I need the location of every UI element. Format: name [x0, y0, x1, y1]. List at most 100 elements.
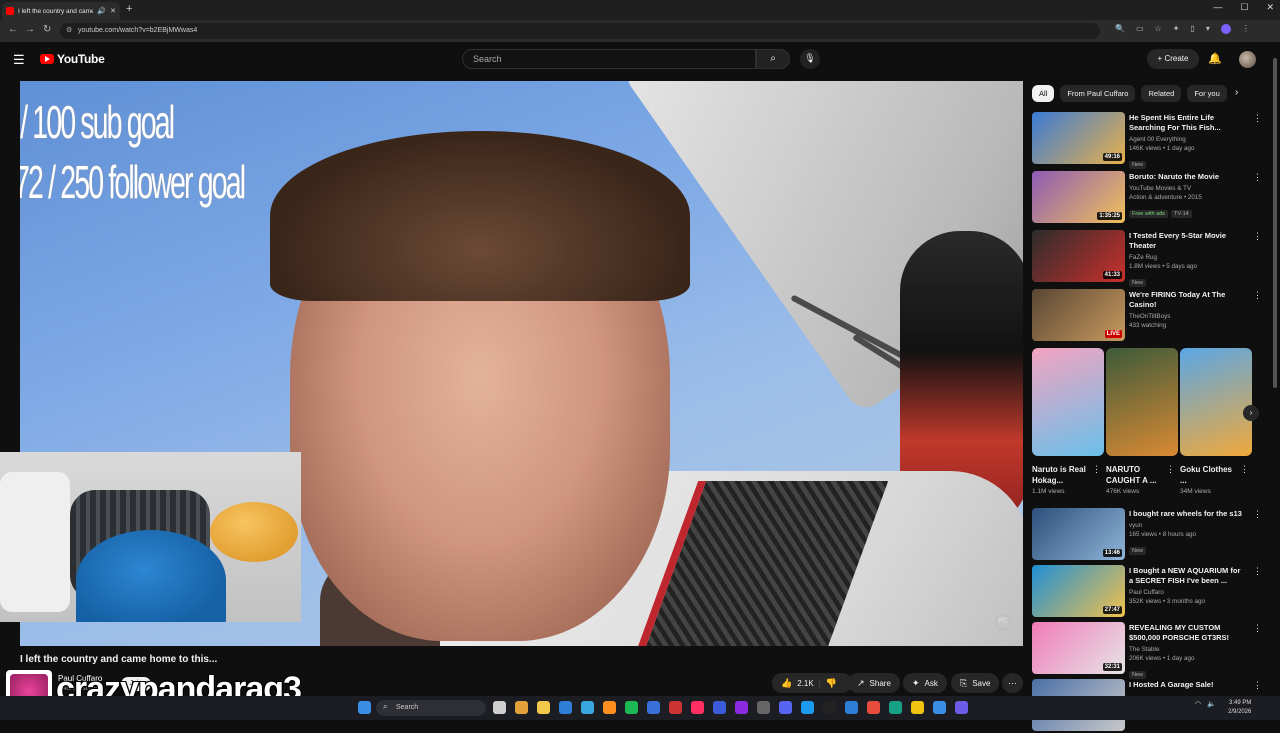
recommendation-thumbnail[interactable]: 27:47 [1032, 565, 1125, 617]
create-button[interactable]: + Create [1147, 49, 1199, 69]
more-options-icon[interactable]: ⋮ [1240, 464, 1249, 475]
recommendation-thumbnail[interactable]: 1:35:25 [1032, 171, 1125, 223]
recommendation-thumbnail[interactable]: 49:16 [1032, 112, 1125, 164]
site-info-icon[interactable]: ⚙ [66, 26, 72, 34]
more-options-icon[interactable]: ⋮ [1253, 566, 1262, 577]
hamburger-menu-icon[interactable]: ☰ [13, 52, 25, 68]
taskbar-app-icon[interactable] [603, 701, 616, 714]
recommendation-thumbnail[interactable]: 41:33 [1032, 230, 1125, 282]
short-thumbnail[interactable] [1106, 348, 1178, 456]
more-options-icon[interactable]: ⋮ [1253, 680, 1262, 691]
save-button[interactable]: ⎘ Save [951, 673, 1000, 693]
taskbar-app-icon[interactable] [625, 701, 638, 714]
chip-all[interactable]: All [1032, 85, 1055, 102]
taskbar-app-icon[interactable] [669, 701, 682, 714]
search-button[interactable]: ⌕ [756, 49, 790, 69]
taskbar-app-icon[interactable] [493, 701, 506, 714]
more-options-icon[interactable]: ⋮ [1253, 623, 1262, 634]
taskbar-app-icon[interactable] [779, 701, 792, 714]
recommendation-channel[interactable]: FaZe Rug [1129, 253, 1244, 262]
short-title[interactable]: Goku Clothes ... [1180, 464, 1238, 486]
ask-button[interactable]: ✦ Ask [903, 673, 947, 693]
notifications-bell-icon[interactable]: 🔔 [1208, 52, 1222, 65]
voice-search-button[interactable]: 🎙 [800, 49, 820, 69]
taskbar-app-icon[interactable] [647, 701, 660, 714]
page-scrollbar[interactable] [1273, 48, 1278, 688]
recommendation-title[interactable]: I Tested Every 5-Star Movie Theater [1129, 231, 1244, 251]
recommendation-item[interactable]: 1:35:25 Boruto: Naruto the Movie YouTube M… [1032, 171, 1262, 225]
url-field[interactable]: ⚙ youtube.com/watch?v=b2EBjMWwas4 [60, 23, 1100, 39]
taskbar-app-icon[interactable] [845, 701, 858, 714]
short-item[interactable]: NARUTO CAUGHT A ... 476K views ⋮ [1106, 348, 1178, 495]
more-options-icon[interactable]: ⋮ [1253, 113, 1262, 124]
recommendation-title[interactable]: I bought rare wheels for the s13 [1129, 509, 1244, 519]
recommendation-thumbnail[interactable]: 13:46 [1032, 508, 1125, 560]
more-options-icon[interactable]: ⋮ [1253, 172, 1262, 183]
taskbar-app-icon[interactable] [713, 701, 726, 714]
forward-icon[interactable]: → [25, 24, 35, 35]
recommendation-item[interactable]: 27:47 I Bought a NEW AQUARIUM for a SECRE… [1032, 565, 1262, 619]
more-actions-button[interactable]: ⋯ [1002, 673, 1023, 693]
short-title[interactable]: Naruto is Real Hokag... [1032, 464, 1090, 486]
recommendation-title[interactable]: He Spent His Entire Life Searching For T… [1129, 113, 1244, 133]
more-options-icon[interactable]: ⋮ [1253, 290, 1262, 301]
browser-tab[interactable]: I left the country and came home to this… [2, 2, 120, 20]
close-tab-icon[interactable]: ✕ [110, 7, 116, 15]
short-thumbnail[interactable] [1180, 348, 1252, 456]
chip-for-you[interactable]: For you [1187, 85, 1227, 102]
zoom-icon[interactable]: 🔍 [1115, 24, 1125, 34]
new-tab-icon[interactable]: + [126, 3, 132, 15]
short-item[interactable]: Naruto is Real Hokag... 1.1M views ⋮ [1032, 348, 1104, 495]
taskbar-app-icon[interactable] [823, 701, 836, 714]
reload-icon[interactable]: ↻ [43, 24, 51, 35]
recommendation-item[interactable]: 13:46 I bought rare wheels for the s13 vyu… [1032, 508, 1262, 562]
shorts-next-chevron-icon[interactable]: › [1243, 405, 1259, 421]
tab-search-icon[interactable]: ▾ [1206, 24, 1210, 34]
taskbar-app-icon[interactable] [515, 701, 528, 714]
scrollbar-thumb[interactable] [1273, 58, 1277, 388]
taskbar-clock[interactable]: 3:49 PM 2/9/2026 [1228, 699, 1251, 717]
recommendation-channel[interactable]: Agent 00 Everything [1129, 135, 1244, 144]
thumbs-down-icon[interactable]: 👎 [826, 678, 837, 689]
minimize-icon[interactable]: — [1213, 2, 1222, 13]
taskbar-app-icon[interactable] [559, 701, 572, 714]
thumbs-up-icon[interactable]: 👍 [781, 678, 792, 689]
more-options-icon[interactable]: ⋮ [1253, 509, 1262, 520]
windows-start-icon[interactable] [358, 701, 371, 714]
recommendation-channel[interactable]: TheOnTiltBoys [1129, 312, 1244, 321]
recommendation-channel[interactable]: vyun [1129, 521, 1244, 530]
channel-watermark-icon[interactable]: PC [995, 614, 1011, 630]
profile-avatar-icon[interactable] [1220, 24, 1231, 34]
wifi-icon[interactable]: ◠ [1195, 700, 1201, 708]
recommendation-thumbnail[interactable]: 32:31 [1032, 622, 1125, 674]
recommendation-item[interactable]: 41:33 I Tested Every 5-Star Movie Theater… [1032, 230, 1262, 287]
taskbar-app-icon[interactable] [691, 701, 704, 714]
more-options-icon[interactable]: ⋮ [1092, 464, 1101, 475]
browser-menu-icon[interactable]: ⋮ [1242, 24, 1250, 34]
more-options-icon[interactable]: ⋮ [1253, 231, 1262, 242]
recommendation-channel[interactable]: The Stable [1129, 645, 1244, 654]
recommendation-title[interactable]: I Bought a NEW AQUARIUM for a SECRET FIS… [1129, 566, 1244, 586]
more-options-icon[interactable]: ⋮ [1166, 464, 1175, 475]
taskbar-app-icon[interactable] [801, 701, 814, 714]
taskbar-app-icon[interactable] [911, 701, 924, 714]
taskbar-app-icon[interactable] [933, 701, 946, 714]
bookmark-star-icon[interactable]: ☆ [1155, 24, 1162, 34]
youtube-logo[interactable]: YouTube [40, 52, 105, 66]
recommendation-title[interactable]: Boruto: Naruto the Movie [1129, 172, 1244, 182]
back-icon[interactable]: ← [8, 24, 18, 35]
short-title[interactable]: NARUTO CAUGHT A ... [1106, 464, 1164, 486]
short-item[interactable]: Goku Clothes ... 34M views ⋮ [1180, 348, 1252, 495]
recommendation-item[interactable]: LIVE We're FIRING Today At The Casino! The… [1032, 289, 1262, 343]
share-button[interactable]: ↗ Share [848, 673, 900, 693]
chips-next-chevron-icon[interactable]: › [1235, 87, 1238, 98]
extensions-icon[interactable]: ✦ [1173, 24, 1180, 34]
sidebar-icon[interactable]: ▯ [1190, 24, 1194, 34]
taskbar-app-icon[interactable] [955, 701, 968, 714]
chip-from-channel[interactable]: From Paul Cuffaro [1060, 85, 1136, 102]
taskbar-app-icon[interactable] [757, 701, 770, 714]
taskbar-app-icon[interactable] [867, 701, 880, 714]
taskbar-app-icon[interactable] [537, 701, 550, 714]
search-input[interactable]: Search [462, 49, 756, 69]
account-avatar[interactable] [1239, 51, 1256, 68]
